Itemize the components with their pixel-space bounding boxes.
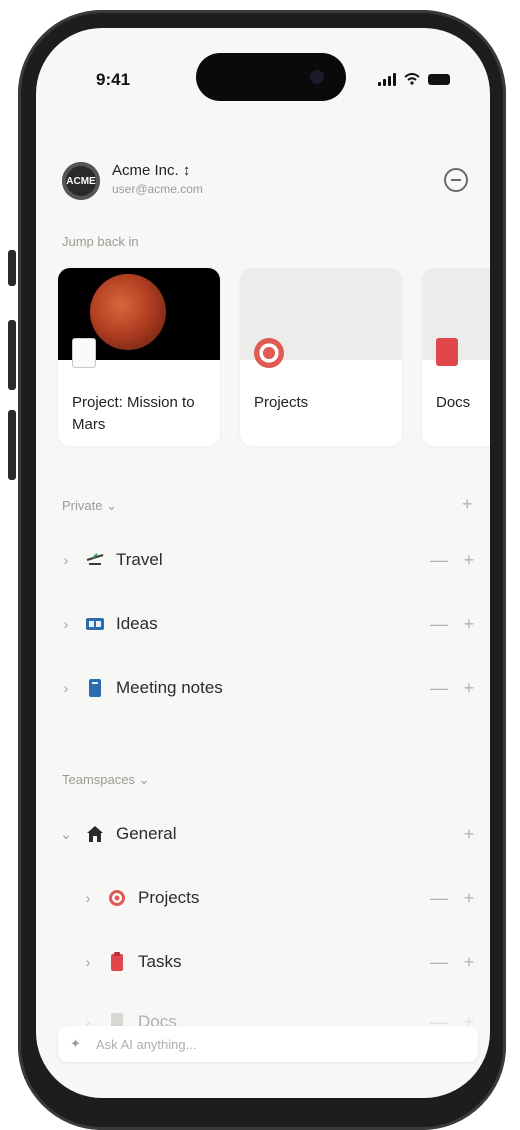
volume-down-button	[8, 410, 16, 480]
workspace-name: Acme Inc. ↕	[112, 162, 191, 179]
jump-back-label: Jump back in	[62, 234, 139, 249]
sidebar-item-label: General	[116, 824, 177, 843]
chevron-down-icon[interactable]: ⌄	[58, 826, 74, 843]
sidebar-item-tasks[interactable]: › Tasks — +	[80, 942, 478, 982]
battery-icon	[428, 73, 450, 85]
card-title: Projects	[254, 394, 309, 411]
ask-ai-input[interactable]: ✦ Ask AI anything...	[58, 1026, 478, 1062]
status-bar: 9:41	[36, 28, 490, 118]
workspace-switcher[interactable]: ACME Acme Inc. ↕ user@acme.com	[62, 160, 472, 216]
add-icon[interactable]: +	[460, 550, 478, 571]
row-actions: — +	[430, 550, 478, 571]
add-icon[interactable]: +	[460, 614, 478, 635]
sidebar-item-general[interactable]: ⌄ General +	[58, 814, 478, 854]
recent-card-docs[interactable]: Docs	[422, 268, 490, 446]
row-actions: — +	[430, 888, 478, 909]
row-actions: +	[460, 824, 478, 845]
tasks-icon	[106, 951, 128, 973]
target-icon	[106, 887, 128, 909]
add-icon[interactable]: +	[460, 824, 478, 845]
mars-image	[90, 274, 166, 350]
private-add-button[interactable]: +	[462, 494, 473, 515]
status-icons	[378, 72, 450, 86]
teamspaces-section-toggle[interactable]: Teamspaces ⌄	[62, 772, 149, 788]
account-email: user@acme.com	[112, 182, 203, 196]
dynamic-island	[196, 53, 346, 101]
workspace-avatar: ACME	[62, 162, 100, 200]
private-section-toggle[interactable]: Private ⌄	[62, 498, 117, 514]
row-actions: — +	[430, 614, 478, 635]
recent-card-mission-to-mars[interactable]: Project: Mission to Mars	[58, 268, 220, 446]
more-icon[interactable]: —	[430, 952, 448, 973]
more-icon[interactable]: —	[430, 550, 448, 571]
travel-icon	[84, 549, 106, 571]
docs-icon	[436, 338, 464, 372]
recent-pages-carousel: Project: Mission to Mars Projects Docs	[58, 268, 490, 446]
ideas-icon	[84, 613, 106, 635]
recent-card-projects[interactable]: Projects	[240, 268, 402, 446]
row-actions: — +	[430, 678, 478, 699]
ai-sparkle-icon: ✦	[70, 1036, 81, 1051]
camera-icon	[310, 70, 324, 84]
sidebar-item-meeting-notes[interactable]: › Meeting notes — +	[58, 668, 478, 708]
row-actions: — +	[430, 952, 478, 973]
sidebar-item-label: Meeting notes	[116, 678, 223, 697]
add-icon[interactable]: +	[460, 952, 478, 973]
add-icon[interactable]: +	[460, 678, 478, 699]
notes-icon	[84, 677, 106, 699]
sidebar-item-projects[interactable]: › Projects — +	[80, 878, 478, 918]
more-icon[interactable]: —	[430, 678, 448, 699]
house-icon	[84, 823, 106, 845]
phone-screen: 9:41 ACME Acme Inc. ↕ user@acme.com Jump…	[36, 28, 490, 1098]
sidebar-item-label: Projects	[138, 888, 200, 907]
chevron-right-icon[interactable]: ›	[58, 552, 74, 568]
sidebar-item-label: Ideas	[116, 614, 158, 633]
more-icon[interactable]: —	[430, 614, 448, 635]
target-icon	[254, 338, 284, 372]
chevron-right-icon[interactable]: ›	[80, 954, 96, 970]
ask-ai-placeholder: Ask AI anything...	[96, 1036, 197, 1052]
add-icon[interactable]: +	[460, 888, 478, 909]
sidebar-item-ideas[interactable]: › Ideas — +	[58, 604, 478, 644]
sidebar-item-label: Travel	[116, 550, 163, 569]
sidebar-item-travel[interactable]: › Travel — +	[58, 540, 478, 580]
page-icon	[72, 338, 100, 372]
wifi-icon	[404, 73, 420, 85]
chevron-right-icon[interactable]: ›	[80, 890, 96, 906]
status-time: 9:41	[96, 70, 131, 89]
volume-up-button	[8, 320, 16, 390]
signal-icon	[378, 72, 396, 86]
sidebar-item-label: Tasks	[138, 952, 182, 971]
card-title: Docs	[436, 394, 471, 411]
card-title: Project: Mission to Mars	[72, 394, 195, 433]
chevron-right-icon[interactable]: ›	[58, 680, 74, 696]
more-options-icon[interactable]	[444, 168, 468, 192]
silent-switch	[8, 250, 16, 286]
chevron-right-icon[interactable]: ›	[58, 616, 74, 632]
more-icon[interactable]: —	[430, 888, 448, 909]
